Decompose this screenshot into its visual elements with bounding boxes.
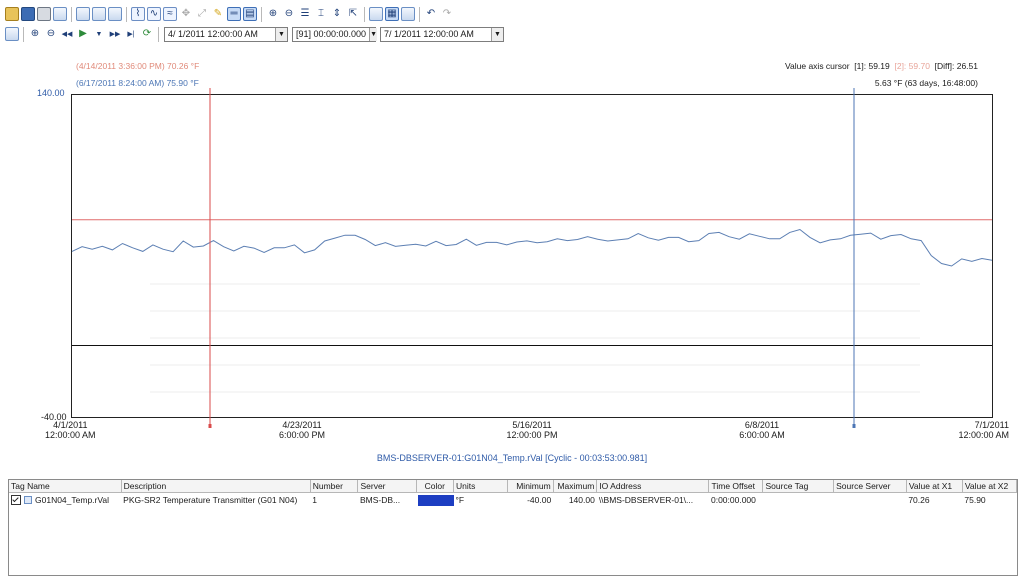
x-tick-time: 6:00:00 PM <box>278 430 326 440</box>
col-header-value-x1[interactable]: Value at X1 <box>906 480 963 493</box>
x-tick-time: 12:00:00 AM <box>958 430 1009 440</box>
x-tick-date: 7/1/2011 <box>974 420 1009 430</box>
tag-icon <box>24 496 32 505</box>
col-header-units[interactable]: Units <box>453 480 509 493</box>
visibility-checkbox[interactable] <box>11 495 21 506</box>
value-x2-cell: 75.90 <box>964 495 986 505</box>
description-cell: PKG-SR2 Temperature Transmitter (G01 N04… <box>123 495 298 505</box>
col-header-minimum[interactable]: Minimum <box>507 480 554 493</box>
cursor-x2-handle <box>852 424 856 428</box>
x-tick-date: 5/16/2011 <box>512 420 552 430</box>
x-tick-label: 4/23/2011 6:00:00 PM <box>272 420 332 440</box>
x-tick-label: 7/1/2011 12:00:00 AM <box>958 420 1009 440</box>
tag-legend-table[interactable]: Tag Name Description Number Server Color… <box>8 479 1018 576</box>
legend-header-row: Tag Name Description Number Server Color… <box>9 480 1018 493</box>
col-header-number[interactable]: Number <box>310 480 359 493</box>
col-header-value-x2[interactable]: Value at X2 <box>962 480 1018 493</box>
x-tick-label: 4/1/2011 12:00:00 AM <box>45 420 96 440</box>
number-cell: 1 <box>312 495 317 505</box>
col-header-server[interactable]: Server <box>357 480 417 493</box>
x-tick-date: 6/8/2011 <box>744 420 780 430</box>
io-address-cell: \\BMS-DBSERVER-01\... <box>598 495 694 505</box>
col-header-io-address[interactable]: IO Address <box>596 480 710 493</box>
trend-chart <box>71 88 993 428</box>
server-cell: BMS-DB... <box>359 495 401 505</box>
x-tick-time: 6:00:00 AM <box>739 430 785 440</box>
time-offset-cell: 0:00:00.000 <box>710 495 756 505</box>
col-header-time-offset[interactable]: Time Offset <box>708 480 764 493</box>
tag-name: G01N04_Temp.rVal <box>35 494 110 505</box>
col-header-tag-name[interactable]: Tag Name <box>9 480 122 493</box>
cursor-x1-handle <box>208 424 212 428</box>
tag-name-cell[interactable]: G01N04_Temp.rVal <box>9 493 121 508</box>
x-tick-date: 4/1/2011 <box>53 420 88 430</box>
x-tick-label: 6/8/2011 6:00:00 AM <box>732 420 792 440</box>
color-swatch[interactable] <box>418 494 454 506</box>
x-tick-label: 5/16/2011 12:00:00 PM <box>502 420 562 440</box>
table-row[interactable]: G01N04_Temp.rVal PKG-SR2 Temperature Tra… <box>9 493 1017 508</box>
color-cell[interactable] <box>416 493 454 508</box>
x-tick-date: 4/23/2011 <box>282 420 322 430</box>
maximum-cell: 140.00 <box>568 495 595 505</box>
x-tick-time: 12:00:00 AM <box>45 430 96 440</box>
source-server-cell <box>834 493 907 508</box>
series-caption: BMS-DBSERVER-01:G01N04_Temp.rVal [Cyclic… <box>376 453 648 463</box>
minimum-cell: -40.00 <box>527 495 552 505</box>
col-header-color[interactable]: Color <box>416 480 455 493</box>
col-header-source-tag[interactable]: Source Tag <box>762 480 835 493</box>
col-header-description[interactable]: Description <box>121 480 311 493</box>
col-header-maximum[interactable]: Maximum <box>553 480 598 493</box>
source-tag-cell <box>763 493 834 508</box>
x-tick-time: 12:00:00 PM <box>506 430 558 440</box>
col-header-source-server[interactable]: Source Server <box>833 480 907 493</box>
value-x1-cell: 70.26 <box>908 495 930 505</box>
units-cell: °F <box>455 495 465 505</box>
